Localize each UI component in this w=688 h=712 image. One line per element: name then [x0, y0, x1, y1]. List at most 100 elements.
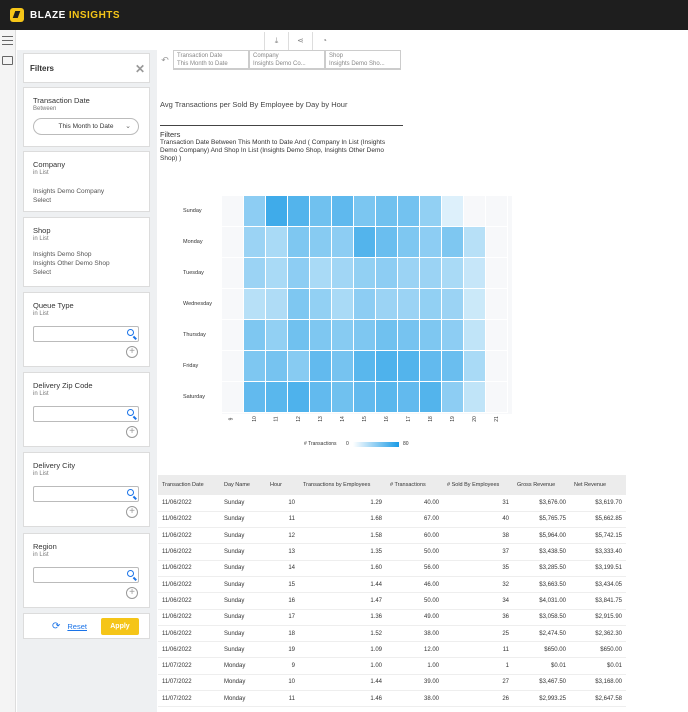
- heatmap-cell[interactable]: [486, 258, 508, 289]
- heatmap-cell[interactable]: [420, 382, 442, 413]
- search-icon[interactable]: [127, 489, 134, 496]
- heatmap-cell[interactable]: [442, 196, 464, 227]
- column-header[interactable]: Transaction Date: [158, 475, 220, 495]
- heatmap-cell[interactable]: [398, 196, 420, 227]
- heatmap-cell[interactable]: [486, 382, 508, 413]
- heatmap-cell[interactable]: [376, 227, 398, 258]
- heatmap-cell[interactable]: [398, 382, 420, 413]
- column-header[interactable]: Transactions by Employees: [299, 475, 386, 495]
- heatmap-cell[interactable]: [486, 227, 508, 258]
- heatmap-cell[interactable]: [288, 320, 310, 351]
- heatmap-cell[interactable]: [464, 351, 486, 382]
- heatmap-cell[interactable]: [310, 258, 332, 289]
- search-icon[interactable]: [127, 409, 134, 416]
- heatmap-cell[interactable]: [310, 227, 332, 258]
- add-icon[interactable]: +: [126, 587, 138, 599]
- heatmap-cell[interactable]: [354, 351, 376, 382]
- filter-shop[interactable]: Shop in List Insights Demo Shop Insights…: [23, 217, 150, 287]
- apply-button[interactable]: Apply: [100, 617, 139, 635]
- heatmap-cell[interactable]: [464, 289, 486, 320]
- column-header[interactable]: Net Revenue: [570, 475, 626, 495]
- heatmap-cell[interactable]: [266, 320, 288, 351]
- heatmap-cell[interactable]: [376, 289, 398, 320]
- heatmap-cell[interactable]: [376, 258, 398, 289]
- heatmap-cell[interactable]: [420, 258, 442, 289]
- heatmap-cell[interactable]: [486, 351, 508, 382]
- undo-icon[interactable]: ↶: [157, 50, 173, 70]
- heatmap-cell[interactable]: [310, 382, 332, 413]
- region-search-input[interactable]: [33, 567, 139, 583]
- heatmap-cell[interactable]: [266, 196, 288, 227]
- heatmap-cell[interactable]: [332, 227, 354, 258]
- heatmap-cell[interactable]: [398, 258, 420, 289]
- heatmap-cell[interactable]: [354, 382, 376, 413]
- heatmap-cell[interactable]: [398, 320, 420, 351]
- heatmap-cell[interactable]: [354, 289, 376, 320]
- folder-icon[interactable]: [2, 56, 13, 65]
- heatmap-cell[interactable]: [288, 289, 310, 320]
- menu-icon[interactable]: [2, 36, 13, 45]
- heatmap-cell[interactable]: [464, 258, 486, 289]
- heatmap-cell[interactable]: [420, 351, 442, 382]
- heatmap-cell[interactable]: [288, 258, 310, 289]
- share-icon[interactable]: ⋖: [288, 32, 312, 50]
- column-header[interactable]: Gross Revenue: [513, 475, 570, 495]
- download-icon[interactable]: ⤓: [264, 32, 288, 50]
- heatmap-cell[interactable]: [310, 289, 332, 320]
- column-header[interactable]: Hour: [266, 475, 299, 495]
- city-search-input[interactable]: [33, 486, 139, 502]
- filter-select-link[interactable]: Select: [33, 268, 149, 277]
- heatmap-cell[interactable]: [288, 227, 310, 258]
- column-header[interactable]: # Transactions: [386, 475, 443, 495]
- heatmap-cell[interactable]: [244, 351, 266, 382]
- heatmap-cell[interactable]: [442, 258, 464, 289]
- heatmap-cell[interactable]: [310, 196, 332, 227]
- heatmap-cell[interactable]: [310, 351, 332, 382]
- zip-search-input[interactable]: [33, 406, 139, 422]
- heatmap-cell[interactable]: [420, 320, 442, 351]
- heatmap-cell[interactable]: [398, 351, 420, 382]
- heatmap-cell[interactable]: [420, 289, 442, 320]
- heatmap-cell[interactable]: [310, 320, 332, 351]
- search-icon[interactable]: [127, 329, 134, 336]
- column-header[interactable]: # Sold By Employees: [443, 475, 513, 495]
- heatmap-cell[interactable]: [332, 382, 354, 413]
- heatmap-cell[interactable]: [244, 227, 266, 258]
- heatmap-cell[interactable]: [244, 258, 266, 289]
- heatmap-cell[interactable]: [266, 351, 288, 382]
- heatmap-cell[interactable]: [266, 289, 288, 320]
- heatmap-cell[interactable]: [244, 382, 266, 413]
- rss-icon[interactable]: ◔: [312, 32, 336, 50]
- refresh-icon[interactable]: ⟳: [52, 621, 60, 632]
- search-icon[interactable]: [127, 570, 134, 577]
- heatmap-cell[interactable]: [464, 227, 486, 258]
- heatmap-cell[interactable]: [266, 227, 288, 258]
- heatmap-cell[interactable]: [376, 382, 398, 413]
- heatmap-cell[interactable]: [442, 382, 464, 413]
- heatmap-cell[interactable]: [442, 351, 464, 382]
- heatmap-cell[interactable]: [420, 227, 442, 258]
- filter-company[interactable]: Company in List Insights Demo Company Se…: [23, 151, 150, 212]
- heatmap-cell[interactable]: [332, 258, 354, 289]
- heatmap-cell[interactable]: [398, 227, 420, 258]
- queue-type-search-input[interactable]: [33, 326, 139, 342]
- filter-select-link[interactable]: Select: [33, 196, 149, 205]
- heatmap-cell[interactable]: [332, 196, 354, 227]
- heatmap-cell[interactable]: [354, 196, 376, 227]
- heatmap-cell[interactable]: [288, 196, 310, 227]
- add-icon[interactable]: +: [126, 506, 138, 518]
- column-header[interactable]: Day Name: [220, 475, 266, 495]
- close-icon[interactable]: ✕: [135, 62, 145, 76]
- heatmap-cell[interactable]: [376, 196, 398, 227]
- heatmap-cell[interactable]: [266, 258, 288, 289]
- heatmap-cell[interactable]: [486, 196, 508, 227]
- heatmap-cell[interactable]: [288, 382, 310, 413]
- heatmap-cell[interactable]: [332, 289, 354, 320]
- heatmap-cell[interactable]: [354, 258, 376, 289]
- heatmap-cell[interactable]: [398, 289, 420, 320]
- add-icon[interactable]: +: [126, 346, 138, 358]
- reset-link[interactable]: Reset: [67, 622, 87, 631]
- heatmap-cell[interactable]: [464, 382, 486, 413]
- heatmap-cell[interactable]: [244, 196, 266, 227]
- heatmap-cell[interactable]: [442, 289, 464, 320]
